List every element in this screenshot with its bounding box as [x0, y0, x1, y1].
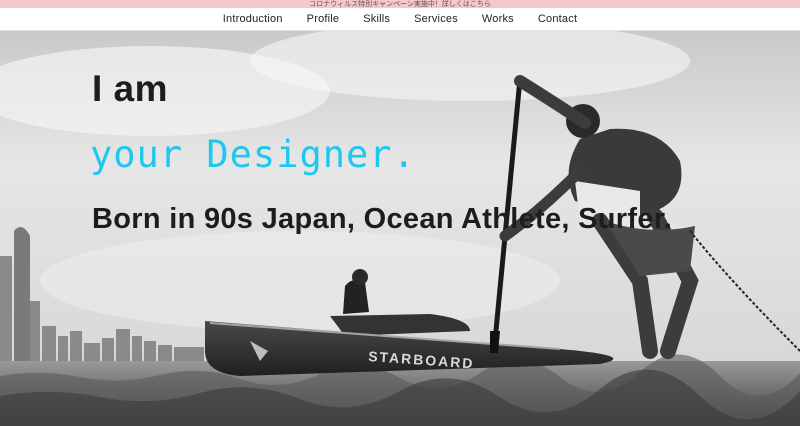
nav-introduction[interactable]: Introduction: [211, 13, 295, 25]
nav-contact[interactable]: Contact: [526, 13, 589, 25]
hero-title: your Designer.: [90, 133, 416, 176]
announcement-banner[interactable]: コロナウィルス特別キャンペーン実施中！詳しくはこちら: [0, 0, 800, 8]
nav-services[interactable]: Services: [402, 13, 470, 25]
hero-tagline: Born in 90s Japan, Ocean Athlete, Surfer…: [92, 203, 673, 235]
nav-skills[interactable]: Skills: [351, 13, 402, 25]
hero-section: I am your Designer. Born in 90s Japan, O…: [0, 31, 800, 426]
main-nav: Introduction Profile Skills Services Wor…: [0, 8, 800, 31]
nav-works[interactable]: Works: [470, 13, 526, 25]
nav-profile[interactable]: Profile: [295, 13, 352, 25]
hero-intro-line: I am: [92, 68, 169, 109]
